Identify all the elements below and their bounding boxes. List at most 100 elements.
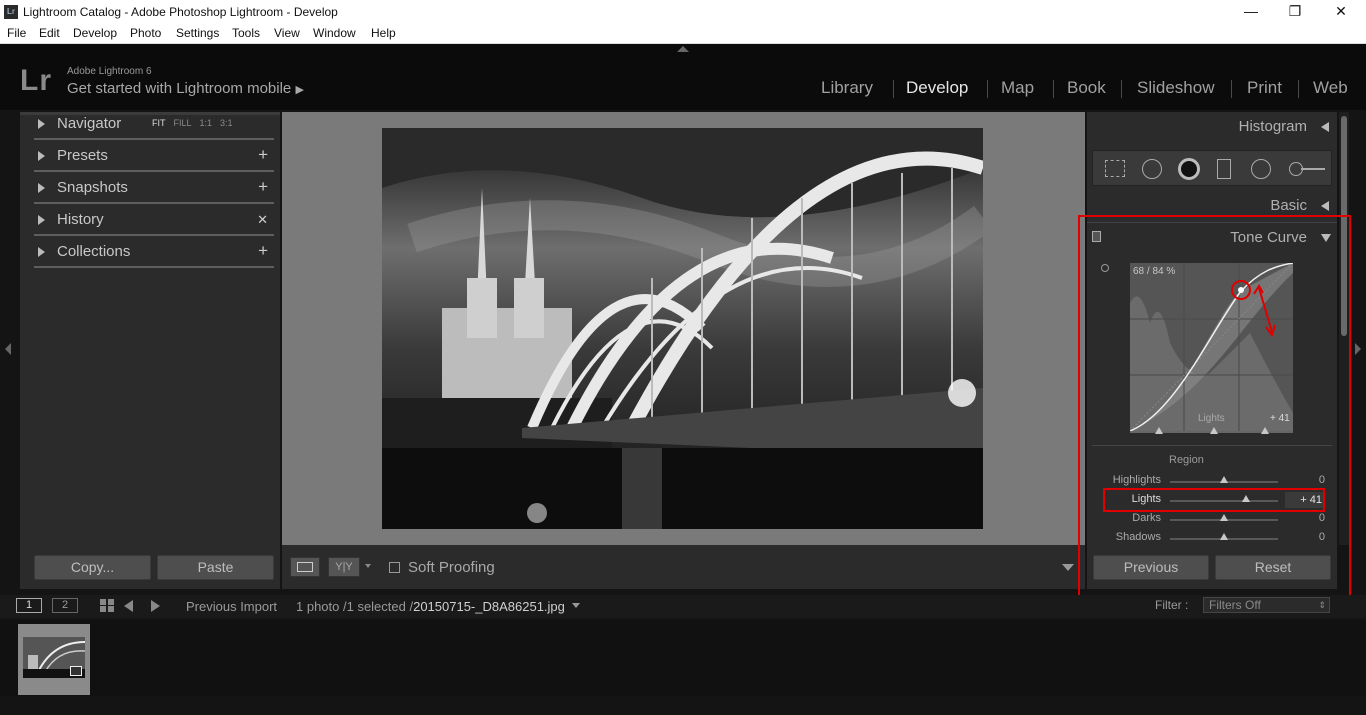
source-label[interactable]: Previous Import — [186, 599, 277, 614]
identity-plate — [0, 44, 1366, 110]
app-logo-icon: Lr — [4, 5, 18, 19]
menu-tools[interactable]: Tools — [232, 26, 260, 40]
menu-edit[interactable]: Edit — [39, 26, 60, 40]
graduated-filter-icon[interactable] — [1217, 159, 1231, 179]
zoom-3-1[interactable]: 3:1 — [220, 118, 233, 128]
history-header[interactable]: History ✕ — [34, 208, 274, 236]
expand-triangle-icon — [38, 215, 45, 225]
collections-header[interactable]: Collections + — [34, 240, 274, 268]
maximize-button[interactable]: ❐ — [1272, 0, 1318, 24]
expand-triangle-icon — [38, 183, 45, 193]
tool-strip — [1092, 150, 1332, 186]
filmstrip — [0, 620, 1366, 696]
snapshots-header[interactable]: Snapshots + — [34, 176, 274, 204]
module-divider — [1298, 80, 1299, 98]
module-book[interactable]: Book — [1067, 78, 1106, 98]
collections-label: Collections — [57, 243, 131, 260]
filter-value: Filters Off — [1209, 598, 1261, 612]
filename-dropdown-icon[interactable] — [572, 603, 580, 608]
mobile-promo[interactable]: Get started with Lightroom mobile ▶ — [67, 80, 304, 97]
develop-badge-icon — [70, 666, 82, 676]
screen-2-button[interactable]: 2 — [52, 598, 78, 613]
module-web[interactable]: Web — [1313, 78, 1348, 98]
grid-view-icon[interactable] — [100, 599, 114, 612]
top-panel-toggle-icon[interactable] — [677, 46, 689, 52]
module-divider — [893, 80, 894, 98]
module-develop[interactable]: Develop — [906, 78, 968, 98]
zoom-fit[interactable]: FIT — [152, 118, 166, 128]
navigator-label: Navigator — [57, 115, 122, 132]
window-title: Lightroom Catalog - Adobe Photoshop Ligh… — [23, 5, 338, 19]
red-eye-icon[interactable] — [1178, 158, 1200, 180]
divider — [34, 234, 274, 236]
navigator-header[interactable]: Navigator FIT FILL 1:1 3:1 — [34, 112, 274, 140]
navigator-zoom-options: FIT FILL 1:1 3:1 — [152, 118, 241, 128]
module-slideshow[interactable]: Slideshow — [1137, 78, 1215, 98]
selection-count-text: 1 photo /1 selected / — [296, 599, 414, 614]
module-map[interactable]: Map — [1001, 78, 1034, 98]
menu-settings[interactable]: Settings — [176, 26, 219, 40]
before-after-button[interactable]: Y|Y — [328, 557, 360, 577]
close-button[interactable]: ✕ — [1318, 0, 1364, 24]
left-panel-toggle-icon[interactable] — [5, 343, 11, 355]
filmstrip-thumbnail-selected[interactable] — [18, 624, 90, 695]
radial-filter-icon[interactable] — [1251, 159, 1271, 179]
soft-proofing-checkbox[interactable] — [389, 562, 400, 573]
clear-history-button[interactable]: ✕ — [257, 212, 268, 228]
loupe-view-button[interactable] — [290, 557, 320, 577]
basic-label: Basic — [1270, 197, 1307, 214]
menu-develop[interactable]: Develop — [73, 26, 117, 40]
presets-label: Presets — [57, 147, 108, 164]
annotation-tone-curve-box — [1078, 215, 1351, 597]
soft-proofing-label: Soft Proofing — [408, 559, 495, 576]
minimize-button[interactable]: — — [1228, 0, 1274, 24]
filter-dropdown[interactable]: Filters Off ⇕ — [1203, 597, 1330, 613]
forward-arrow-icon[interactable] — [151, 600, 160, 612]
add-snapshot-button[interactable]: + — [258, 177, 268, 197]
menu-view[interactable]: View — [274, 26, 300, 40]
copy-button[interactable]: Copy... — [34, 555, 151, 580]
expand-triangle-icon — [38, 151, 45, 161]
module-library[interactable]: Library — [821, 78, 873, 98]
selection-count: 1 photo /1 selected /20150715-_D8A86251.… — [296, 599, 565, 614]
menu-bar: File Edit Develop Photo Settings Tools V… — [0, 24, 1366, 44]
divider — [34, 202, 274, 204]
divider — [34, 266, 274, 268]
add-collection-button[interactable]: + — [258, 241, 268, 261]
menu-help[interactable]: Help — [371, 26, 396, 40]
zoom-fill[interactable]: FILL — [174, 118, 192, 128]
paste-button[interactable]: Paste — [157, 555, 274, 580]
collapse-triangle-icon — [1321, 122, 1329, 132]
presets-header[interactable]: Presets + — [34, 144, 274, 172]
before-after-dropdown-icon[interactable] — [365, 564, 371, 568]
collapse-triangle-icon — [1321, 201, 1329, 211]
snapshots-label: Snapshots — [57, 179, 128, 196]
photo — [382, 128, 983, 529]
spot-removal-icon[interactable] — [1142, 159, 1162, 179]
toolbar — [282, 545, 1085, 589]
divider — [34, 170, 274, 172]
add-preset-button[interactable]: + — [258, 145, 268, 165]
module-divider — [1053, 80, 1054, 98]
histogram-header[interactable]: Histogram — [1087, 112, 1337, 142]
expand-triangle-icon — [38, 119, 45, 129]
mobile-promo-text: Get started with Lightroom mobile — [67, 80, 292, 97]
histogram-label: Histogram — [1238, 118, 1307, 135]
cologne-bridge-photo — [382, 128, 983, 529]
screen-1-button[interactable]: 1 — [16, 598, 42, 613]
app-name: Adobe Lightroom 6 — [67, 66, 152, 77]
module-divider — [1231, 80, 1232, 98]
dropdown-arrows-icon: ⇕ — [1318, 600, 1326, 610]
zoom-1-1[interactable]: 1:1 — [200, 118, 213, 128]
menu-window[interactable]: Window — [313, 26, 356, 40]
right-panel-toggle-icon[interactable] — [1355, 343, 1361, 355]
filter-label: Filter : — [1155, 598, 1189, 612]
filename[interactable]: 20150715-_D8A86251.jpg — [413, 599, 565, 614]
module-print[interactable]: Print — [1247, 78, 1282, 98]
menu-photo[interactable]: Photo — [130, 26, 161, 40]
toolbar-menu-icon[interactable] — [1062, 564, 1074, 571]
lightroom-logo: Lr — [20, 64, 52, 97]
back-arrow-icon[interactable] — [124, 600, 133, 612]
menu-file[interactable]: File — [7, 26, 26, 40]
crop-tool-icon[interactable] — [1105, 160, 1125, 177]
